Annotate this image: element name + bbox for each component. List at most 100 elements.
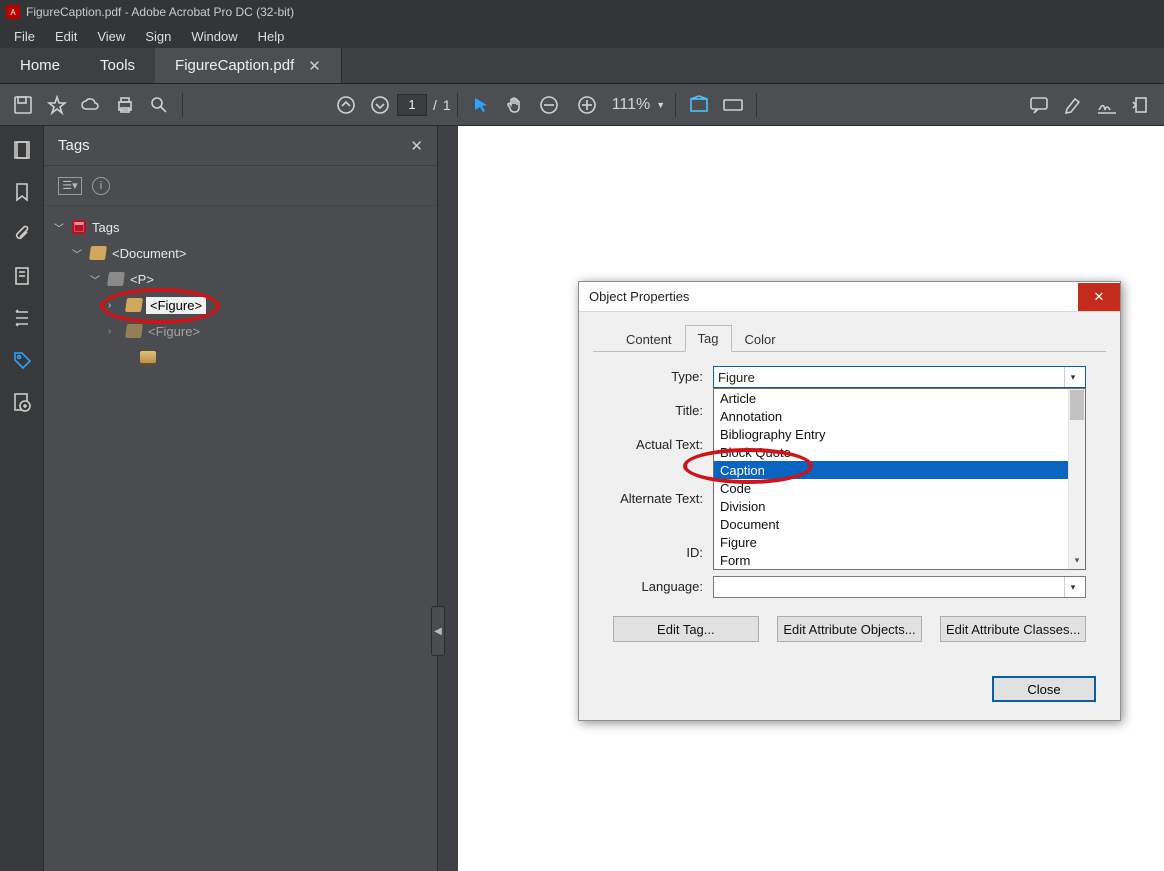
label-actual-text: Actual Text: [613, 434, 713, 452]
print-icon[interactable] [108, 84, 142, 125]
menu-sign[interactable]: Sign [135, 27, 181, 46]
dropdown-option[interactable]: Annotation [714, 407, 1068, 425]
save-icon[interactable] [6, 84, 40, 125]
chevron-down-icon[interactable]: ▾ [1064, 577, 1081, 597]
zoom-in-icon[interactable] [570, 95, 604, 115]
tag-icon [125, 298, 143, 312]
comment-icon[interactable] [1022, 84, 1056, 125]
dropdown-option[interactable]: Division [714, 497, 1068, 515]
type-value: Figure [718, 370, 755, 385]
dropdown-option[interactable]: Article [714, 389, 1068, 407]
cloud-icon[interactable] [74, 84, 108, 125]
menubar: File Edit View Sign Window Help [0, 24, 1164, 48]
dropdown-option[interactable]: Block Quote [714, 443, 1068, 461]
label-title: Title: [613, 400, 713, 418]
menu-window[interactable]: Window [181, 27, 247, 46]
close-button[interactable]: Close [992, 676, 1096, 702]
scroll-down-icon[interactable]: ▾ [1069, 552, 1085, 569]
page-total: 1 [443, 97, 451, 113]
sign-icon[interactable] [1090, 84, 1124, 125]
dropdown-option[interactable]: Bibliography Entry [714, 425, 1068, 443]
close-icon[interactable]: ✕ [1078, 283, 1120, 311]
type-dropdown: Article Annotation Bibliography Entry Bl… [713, 388, 1086, 570]
selection-arrow-icon[interactable] [464, 84, 498, 125]
edit-attribute-classes-button[interactable]: Edit Attribute Classes... [940, 616, 1086, 642]
tree-figure1-label: <Figure> [146, 297, 206, 314]
dialog-tabs: Content Tag Color [593, 312, 1106, 352]
highlight-icon[interactable] [1056, 84, 1090, 125]
tab-content[interactable]: Content [613, 326, 685, 352]
pdf-root-icon [72, 220, 86, 234]
collapse-icon[interactable]: ﹀ [54, 220, 68, 235]
fit-width-icon[interactable] [682, 84, 716, 125]
chevron-down-icon[interactable]: ▾ [1064, 367, 1081, 387]
tree-figure-item[interactable]: › <Figure> [44, 318, 437, 344]
collapse-icon[interactable]: ﹀ [90, 272, 104, 287]
page-down-icon[interactable] [363, 84, 397, 125]
search-icon[interactable] [142, 84, 176, 125]
edit-tag-button[interactable]: Edit Tag... [613, 616, 759, 642]
scroll-thumb[interactable] [1070, 390, 1084, 420]
language-combobox[interactable]: ▾ [713, 576, 1086, 598]
expand-icon[interactable]: › [108, 300, 122, 311]
collapse-icon[interactable]: ﹀ [72, 246, 86, 261]
tab-tools[interactable]: Tools [80, 48, 155, 83]
toolbar-separator [756, 93, 757, 117]
left-rail [0, 126, 44, 871]
dropdown-option[interactable]: Form [714, 551, 1068, 569]
edit-attribute-objects-button[interactable]: Edit Attribute Objects... [777, 616, 923, 642]
menu-edit[interactable]: Edit [45, 27, 87, 46]
tags-tree: ﹀ Tags ﹀ <Document> ﹀ <P> › <Fig [44, 206, 437, 871]
accessibility-report-icon[interactable] [10, 390, 34, 414]
tab-document[interactable]: FigureCaption.pdf ✕ [155, 48, 342, 83]
window-title: FigureCaption.pdf - Adobe Acrobat Pro DC… [26, 5, 294, 19]
keyboard-icon[interactable] [716, 84, 750, 125]
dropdown-option[interactable]: Document [714, 515, 1068, 533]
panel-expand-handle[interactable]: ◀ [431, 606, 445, 656]
star-icon[interactable] [40, 84, 74, 125]
page-up-icon[interactable] [329, 84, 363, 125]
tree-document-label[interactable]: <Document> [110, 246, 188, 261]
label-type: Type: [613, 366, 713, 384]
more-tools-icon[interactable] [1124, 84, 1158, 125]
menu-file[interactable]: File [4, 27, 45, 46]
tags-panel-icon[interactable] [10, 348, 34, 372]
thumbnails-icon[interactable] [10, 138, 34, 162]
info-icon[interactable]: i [92, 177, 110, 195]
hand-pan-icon[interactable] [498, 84, 532, 125]
type-combobox[interactable]: Figure ▾ Article Annotation Bibliography… [713, 366, 1086, 388]
expand-icon[interactable]: › [108, 326, 122, 337]
content-panel-icon[interactable] [10, 264, 34, 288]
menu-view[interactable]: View [87, 27, 135, 46]
bookmarks-icon[interactable] [10, 180, 34, 204]
toolbar-separator [182, 93, 183, 117]
dropdown-scrollbar[interactable]: ▾ [1068, 389, 1085, 569]
tree-figure-selected[interactable]: › <Figure> [44, 292, 437, 318]
page-indicator: / 1 [397, 94, 451, 116]
dropdown-option[interactable]: Code [714, 479, 1068, 497]
label-id: ID: [613, 542, 713, 560]
close-icon[interactable]: ✕ [308, 57, 321, 75]
page-number-input[interactable] [397, 94, 427, 116]
zoom-out-icon[interactable] [532, 95, 566, 115]
tab-tag[interactable]: Tag [685, 325, 732, 352]
document-tabs: Home Tools FigureCaption.pdf ✕ [0, 48, 1164, 84]
dialog-titlebar[interactable]: Object Properties ✕ [579, 282, 1120, 312]
attachments-icon[interactable] [10, 222, 34, 246]
zoom-value-dropdown[interactable]: 111% ▼ [608, 96, 669, 114]
tree-root-label[interactable]: Tags [90, 220, 121, 235]
window-titlebar: A FigureCaption.pdf - Adobe Acrobat Pro … [0, 0, 1164, 24]
dropdown-option[interactable]: Figure [714, 533, 1068, 551]
order-panel-icon[interactable] [10, 306, 34, 330]
acrobat-app-icon: A [6, 5, 20, 19]
toolbar-separator [457, 93, 458, 117]
zoom-controls: 111% ▼ [532, 95, 669, 115]
tree-p-label[interactable]: <P> [128, 272, 156, 287]
tab-color[interactable]: Color [732, 326, 789, 352]
close-icon[interactable]: ✕ [410, 137, 423, 155]
menu-help[interactable]: Help [248, 27, 295, 46]
panel-options-icon[interactable]: ☰▾ [58, 177, 82, 195]
tab-home[interactable]: Home [0, 48, 80, 83]
dropdown-option-selected[interactable]: Caption [714, 461, 1068, 479]
chevron-down-icon: ▼ [656, 100, 665, 110]
